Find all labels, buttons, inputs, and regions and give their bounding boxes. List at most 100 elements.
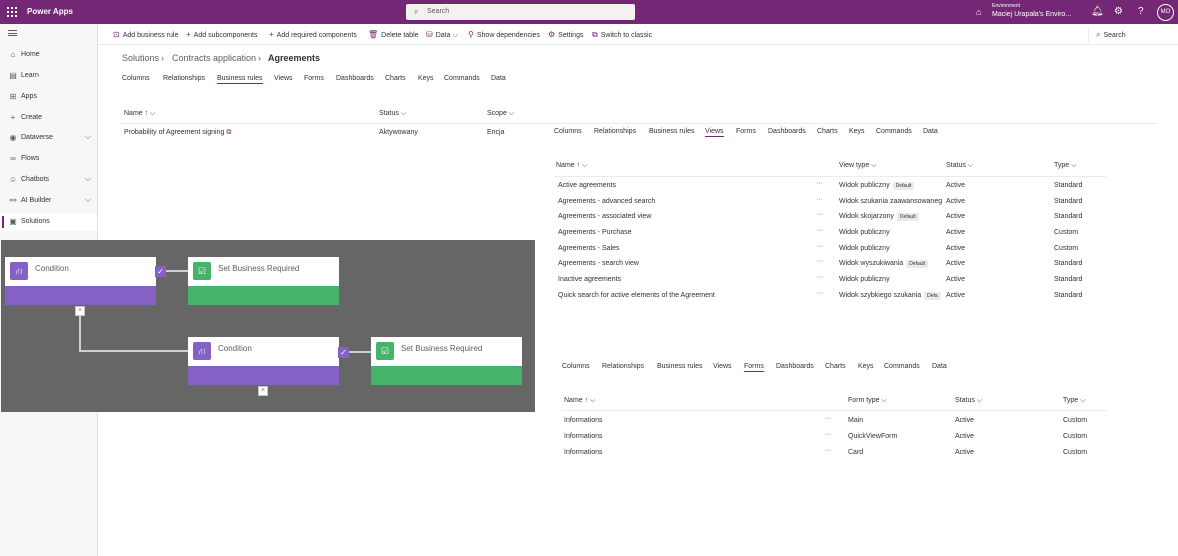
more-options-icon[interactable]: ··· (816, 211, 823, 218)
column-header-type[interactable]: Type ⌵ (1063, 397, 1085, 405)
column-header-view-type[interactable]: View type ⌵ (839, 162, 876, 170)
tab-views[interactable]: Views (713, 363, 732, 370)
close-icon[interactable]: × (75, 306, 85, 316)
column-header-form-type[interactable]: Form type ⌵ (848, 397, 887, 405)
column-header-name[interactable]: Name ↑ ⌵ (556, 162, 587, 170)
tab-dashboards[interactable]: Dashboards (336, 75, 374, 82)
environment-picker[interactable]: Maciej Urapała's Enviro... (992, 11, 1071, 18)
more-options-icon[interactable]: ··· (816, 274, 823, 281)
tab-business-rules[interactable]: Business rules (657, 363, 703, 370)
tab-commands[interactable]: Commands (444, 75, 480, 82)
more-options-icon[interactable]: ··· (816, 227, 823, 234)
view-name[interactable]: Active agreements (558, 182, 616, 189)
more-options-icon[interactable]: ··· (816, 243, 823, 250)
more-options-icon[interactable]: ··· (816, 180, 823, 187)
close-icon[interactable]: × (258, 386, 268, 396)
data-menu-button[interactable]: ⛁ Data ⌵ (426, 30, 458, 40)
app-title[interactable]: Power Apps (27, 7, 73, 16)
more-options-icon[interactable]: ··· (816, 196, 823, 203)
tab-keys[interactable]: Keys (849, 128, 865, 135)
action-node[interactable]: ☑ Set Business Required (188, 257, 339, 305)
column-header-status[interactable]: Status ⌵ (955, 397, 982, 405)
add-business-rule-button[interactable]: ⊡ Add business rule (113, 30, 178, 39)
nav-item-dataverse[interactable]: ◉ Dataverse ⌵ (0, 129, 97, 147)
tab-business-rules[interactable]: Business rules (217, 75, 263, 84)
add-required-components-button[interactable]: + Add required components (269, 30, 357, 39)
nav-item-apps[interactable]: ⊞ Apps (0, 88, 97, 106)
tab-commands[interactable]: Commands (876, 128, 912, 135)
show-dependencies-button[interactable]: ⚲ Show dependencies (468, 30, 540, 39)
help-icon[interactable]: ? (1138, 6, 1144, 17)
condition-node[interactable]: ⛙ Condition (188, 337, 339, 385)
tab-columns[interactable]: Columns (554, 128, 582, 135)
nav-item-solutions[interactable]: ▣ Solutions (0, 213, 97, 231)
delete-table-button[interactable]: 🗑︎ Delete table (368, 30, 419, 39)
tab-columns[interactable]: Columns (562, 363, 590, 370)
tab-business-rules[interactable]: Business rules (649, 128, 695, 135)
view-name[interactable]: Agreements - search view (558, 260, 639, 267)
column-header-name[interactable]: Name ↑ ⌵ (564, 397, 595, 405)
nav-item-learn[interactable]: ▤ Learn (0, 67, 97, 85)
tab-relationships[interactable]: Relationships (594, 128, 636, 135)
tab-data[interactable]: Data (491, 75, 506, 82)
tab-forms[interactable]: Forms (736, 128, 756, 135)
tab-relationships[interactable]: Relationships (163, 75, 205, 82)
breadcrumb-contracts[interactable]: Contracts application (172, 53, 256, 63)
view-name[interactable]: Inactive agreements (558, 276, 621, 283)
view-name[interactable]: Agreements - associated view (558, 213, 651, 220)
view-name[interactable]: Quick search for active elements of the … (558, 292, 715, 299)
tab-keys[interactable]: Keys (858, 363, 874, 370)
breadcrumb-solutions[interactable]: Solutions (122, 53, 159, 63)
more-options-icon[interactable]: ··· (824, 415, 831, 422)
column-header-status[interactable]: Status ⌵ (379, 110, 406, 118)
add-subcomponents-button[interactable]: + Add subcomponents (186, 30, 258, 39)
tab-views[interactable]: Views (274, 75, 293, 82)
tab-data[interactable]: Data (932, 363, 947, 370)
nav-item-create[interactable]: + Create (0, 109, 97, 127)
nav-item-home[interactable]: ⌂ Home (0, 46, 97, 64)
tab-commands[interactable]: Commands (884, 363, 920, 370)
form-name[interactable]: Informations (564, 449, 603, 456)
gear-icon[interactable]: ⚙ (1114, 6, 1123, 17)
settings-button[interactable]: ⚙ Settings (548, 30, 583, 39)
bell-icon[interactable]: 🔔︎ (1091, 6, 1104, 17)
nav-item-chatbots[interactable]: ☺ Chatbots ⌵ (0, 171, 97, 189)
hamburger-icon[interactable] (8, 30, 17, 36)
global-search-input[interactable]: ⌕ Search (406, 4, 635, 20)
tab-keys[interactable]: Keys (418, 75, 434, 82)
check-icon[interactable]: ✓ (155, 266, 166, 277)
tab-charts[interactable]: Charts (817, 128, 838, 135)
rule-name-link[interactable]: Probability of Agreement signing ⧉ (124, 129, 231, 137)
condition-node[interactable]: ⛙ Condition (5, 257, 156, 305)
tab-data[interactable]: Data (923, 128, 938, 135)
more-options-icon[interactable]: ··· (816, 290, 823, 297)
more-options-icon[interactable]: ··· (824, 447, 831, 454)
view-name[interactable]: Agreements - Purchase (558, 229, 632, 236)
column-header-name[interactable]: Name ↑ ⌵ (124, 110, 155, 118)
tab-views[interactable]: Views (705, 128, 724, 137)
tab-dashboards[interactable]: Dashboards (776, 363, 814, 370)
tab-forms[interactable]: Forms (744, 363, 764, 372)
nav-item-flows[interactable]: ∞ Flows (0, 150, 97, 168)
action-node[interactable]: ☑ Set Business Required (371, 337, 522, 385)
form-name[interactable]: Informations (564, 417, 603, 424)
nav-item-ai-builder[interactable]: ⚯ AI Builder ⌵ (0, 192, 97, 210)
avatar[interactable]: MO (1157, 4, 1174, 21)
app-launcher-icon[interactable] (7, 7, 17, 17)
check-icon[interactable]: ✓ (338, 347, 349, 358)
table-search-input[interactable]: ⌕ Search (1096, 30, 1126, 40)
column-header-scope[interactable]: Scope ⌵ (487, 110, 514, 118)
form-name[interactable]: Informations (564, 433, 603, 440)
tab-charts[interactable]: Charts (385, 75, 406, 82)
more-options-icon[interactable]: ··· (816, 258, 823, 265)
column-header-type[interactable]: Type ⌵ (1054, 162, 1076, 170)
column-header-status[interactable]: Status ⌵ (946, 162, 973, 170)
tab-dashboards[interactable]: Dashboards (768, 128, 806, 135)
tab-forms[interactable]: Forms (304, 75, 324, 82)
view-name[interactable]: Agreements - Sales (558, 245, 619, 252)
switch-to-classic-button[interactable]: ⧉ Switch to classic (592, 30, 652, 40)
more-options-icon[interactable]: ··· (824, 431, 831, 438)
tab-columns[interactable]: Columns (122, 75, 150, 82)
tab-relationships[interactable]: Relationships (602, 363, 644, 370)
tab-charts[interactable]: Charts (825, 363, 846, 370)
